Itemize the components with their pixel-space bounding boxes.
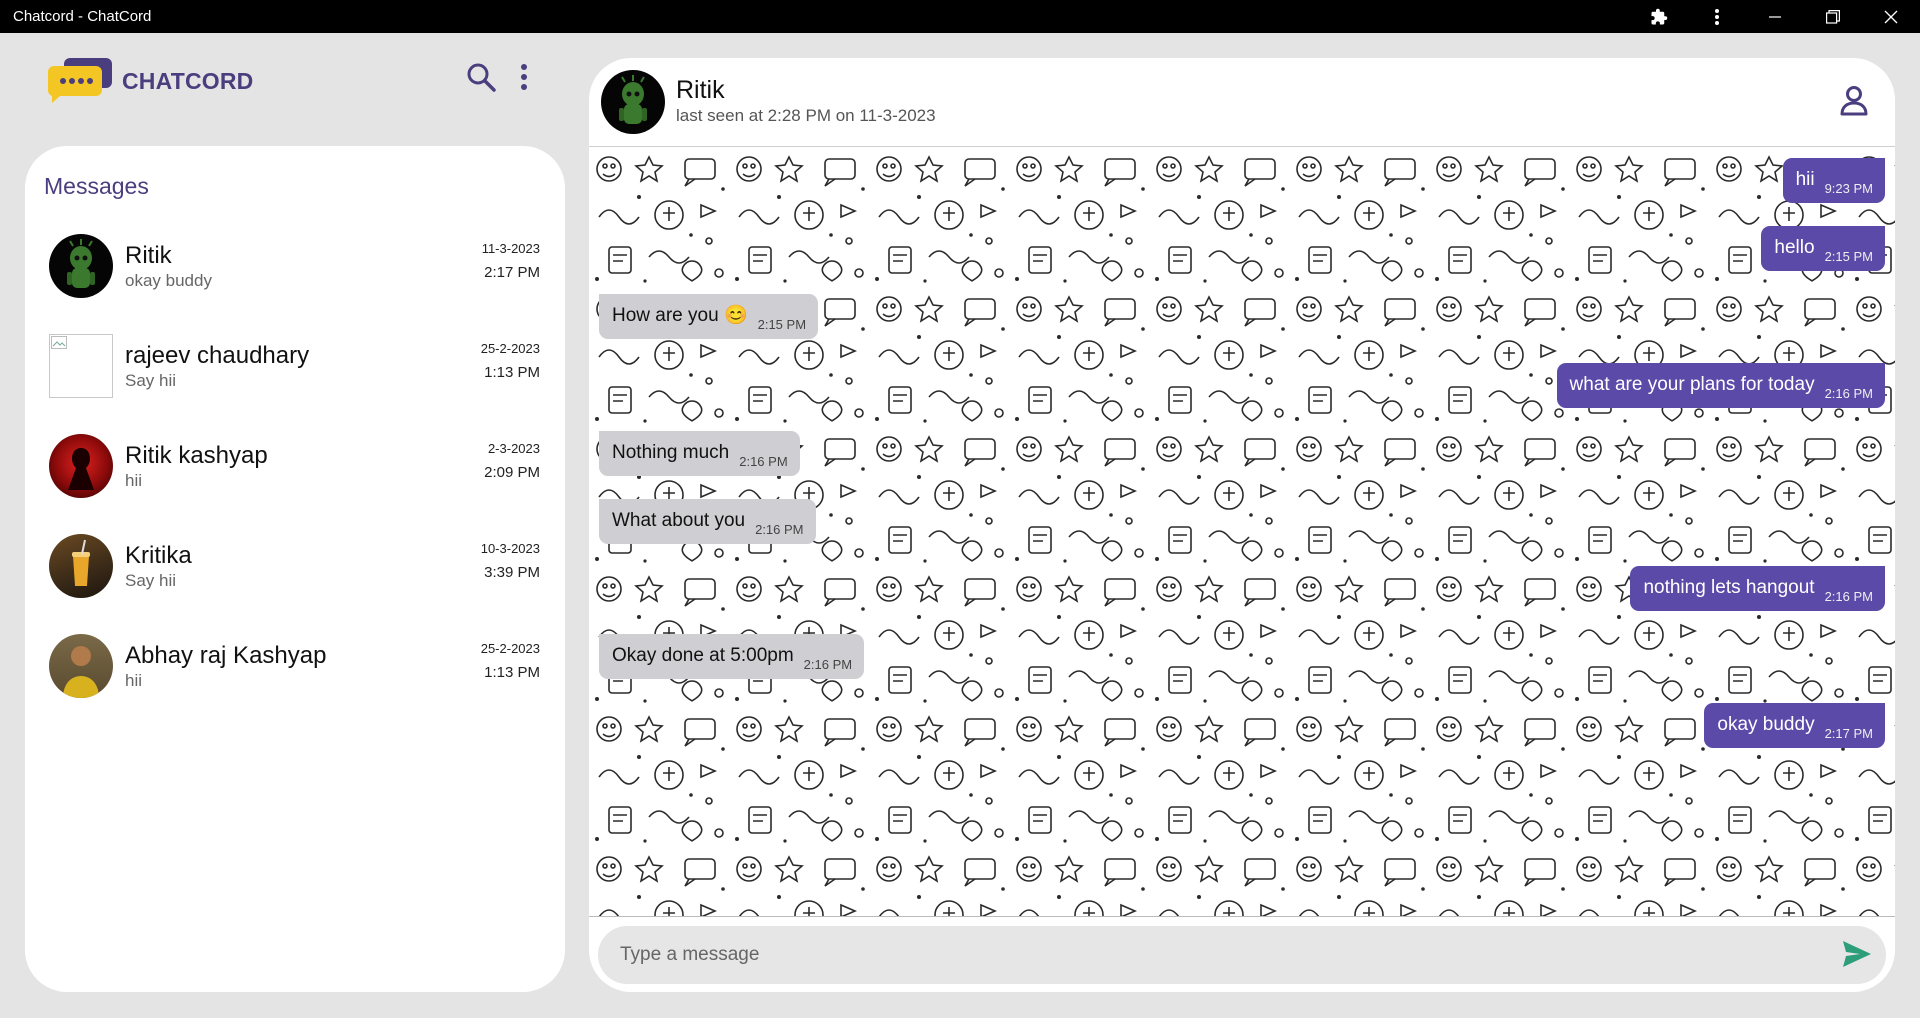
- message-time: 2:17 PM: [1824, 726, 1873, 741]
- message-text: How are you 😊: [612, 305, 748, 326]
- avatar: [49, 634, 113, 698]
- window-titlebar: Chatcord - ChatCord: [0, 0, 1920, 33]
- contacts-panel: Messages Ritik okay buddy 11-3-2023 2:17…: [25, 146, 565, 992]
- contact-time: 1:13 PM: [484, 364, 540, 381]
- send-icon[interactable]: [1842, 940, 1872, 973]
- kebab-menu-icon[interactable]: [1688, 0, 1746, 33]
- message-time: 2:16 PM: [1824, 589, 1873, 604]
- contact-date: 2-3-2023: [487, 441, 540, 456]
- avatar: [49, 234, 113, 298]
- close-icon[interactable]: [1862, 0, 1920, 33]
- message-bubble-out[interactable]: hello 2:15 PM: [1761, 226, 1885, 271]
- chat-avatar[interactable]: [601, 70, 665, 134]
- contact-time: 2:17 PM: [484, 264, 540, 281]
- contact-meta: 25-2-2023 1:13 PM: [481, 640, 540, 684]
- restore-icon[interactable]: [1804, 0, 1862, 33]
- contact-date: 11-3-2023: [481, 241, 540, 256]
- chat-logo-icon: [47, 58, 114, 104]
- contact-meta: 11-3-2023 2:17 PM: [482, 240, 540, 284]
- contact-item[interactable]: Ritik okay buddy 11-3-2023 2:17 PM: [25, 216, 565, 316]
- contact-date: 10-3-2023: [480, 541, 540, 556]
- message-bubble-in[interactable]: What about you 2:16 PM: [599, 499, 816, 544]
- message-bubble-in[interactable]: How are you 😊 2:15 PM: [599, 294, 819, 339]
- message-time: 2:15 PM: [757, 317, 807, 332]
- extensions-icon[interactable]: [1630, 0, 1688, 33]
- message-time: 2:15 PM: [1824, 249, 1873, 264]
- minimize-icon[interactable]: [1746, 0, 1804, 33]
- message-time: 9:23 PM: [1824, 181, 1873, 196]
- search-icon[interactable]: [466, 62, 496, 92]
- message-bubble-in[interactable]: Okay done at 5:00pm 2:16 PM: [599, 634, 865, 679]
- message-time: 2:16 PM: [755, 522, 804, 537]
- contact-meta: 10-3-2023 3:39 PM: [481, 540, 540, 584]
- contact-date: 25-2-2023: [480, 341, 540, 356]
- message-text: okay buddy: [1717, 714, 1815, 735]
- contact-time: 1:13 PM: [484, 664, 540, 681]
- message-time: 2:16 PM: [739, 454, 788, 469]
- messages-heading: Messages: [44, 173, 149, 199]
- brand-name: CHATCORD: [122, 67, 254, 94]
- message-input[interactable]: [598, 926, 1818, 984]
- message-area[interactable]: hii 9:23 PM hello 2:15 PM How are you 😊 …: [589, 147, 1895, 917]
- contact-time: 3:39 PM: [484, 564, 540, 581]
- message-text: Okay done at 5:00pm: [612, 645, 794, 666]
- contact-item[interactable]: Kritika Say hii 10-3-2023 3:39 PM: [25, 516, 565, 616]
- last-seen-status: last seen at 2:28 PM on 11-3-2023: [676, 106, 936, 125]
- message-bubble-out[interactable]: nothing lets hangout 2:16 PM: [1630, 566, 1885, 611]
- message-text: What about you: [612, 510, 746, 531]
- message-text: what are your plans for today: [1569, 374, 1815, 395]
- chat-header: Ritik last seen at 2:28 PM on 11-3-2023: [589, 58, 1895, 147]
- contact-date: 25-2-2023: [480, 641, 540, 656]
- contact-item[interactable]: rajeev chaudhary Say hii 25-2-2023 1:13 …: [25, 316, 565, 416]
- avatar: [49, 434, 113, 498]
- chat-panel: Ritik last seen at 2:28 PM on 11-3-2023: [589, 58, 1895, 992]
- message-bubble-out[interactable]: what are your plans for today 2:16 PM: [1556, 363, 1885, 408]
- contact-meta: 2-3-2023 2:09 PM: [484, 440, 540, 484]
- message-composer: [598, 926, 1886, 984]
- message-text: nothing lets hangout: [1643, 577, 1815, 598]
- message-text: hii: [1795, 169, 1815, 190]
- chat-contact-name: Ritik: [676, 76, 725, 104]
- message-text: Nothing much: [612, 442, 730, 463]
- broken-image-avatar: [49, 334, 113, 398]
- more-options-icon[interactable]: [520, 63, 528, 91]
- message-time: 2:16 PM: [803, 657, 853, 672]
- avatar: [49, 534, 113, 598]
- contact-time: 2:09 PM: [484, 464, 540, 481]
- profile-icon[interactable]: [1839, 85, 1869, 122]
- contact-item[interactable]: Ritik kashyap hii 2-3-2023 2:09 PM: [25, 416, 565, 516]
- sidebar-toolbar: [466, 62, 528, 92]
- window-title: Chatcord - ChatCord: [13, 8, 152, 25]
- contact-list: Ritik okay buddy 11-3-2023 2:17 PM rajee…: [25, 216, 565, 716]
- message-bubble-out[interactable]: okay buddy 2:17 PM: [1704, 703, 1885, 748]
- contact-meta: 25-2-2023 1:13 PM: [481, 340, 540, 384]
- contact-item[interactable]: Abhay raj Kashyap hii 25-2-2023 1:13 PM: [25, 616, 565, 716]
- message-time: 2:16 PM: [1824, 386, 1873, 401]
- message-text: hello: [1774, 237, 1815, 258]
- message-bubble-out[interactable]: hii 9:23 PM: [1782, 158, 1885, 203]
- message-bubble-in[interactable]: Nothing much 2:16 PM: [599, 431, 800, 476]
- brand: CHATCORD: [47, 58, 254, 104]
